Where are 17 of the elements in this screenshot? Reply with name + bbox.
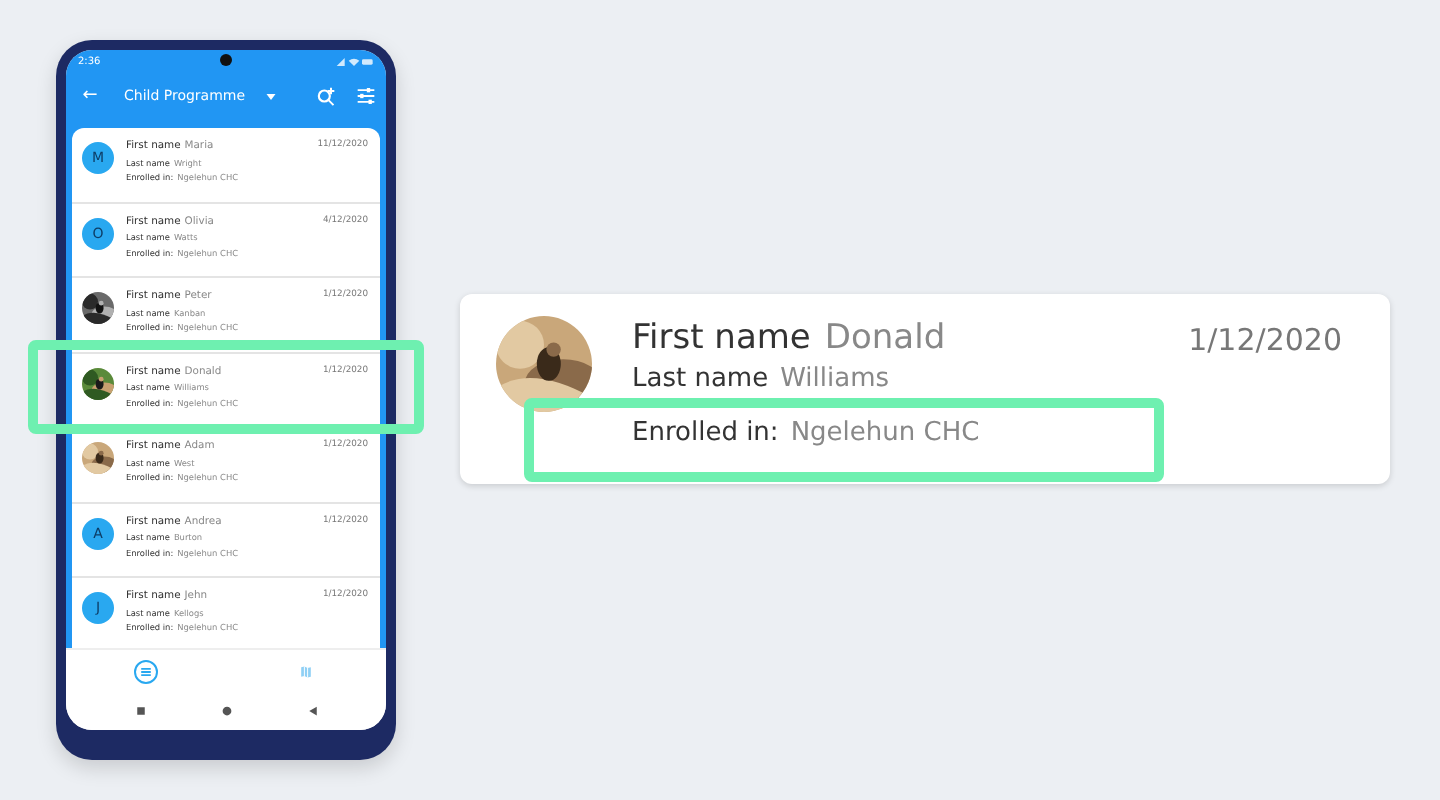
field-label: Last name	[632, 364, 769, 394]
field-label: Enrolled in:	[632, 418, 779, 448]
recents-icon[interactable]	[135, 706, 145, 716]
list-icon	[138, 663, 154, 680]
field-value: Williams	[780, 364, 890, 394]
field-value: Ngelehun CHC	[790, 418, 980, 448]
home-icon[interactable]	[221, 706, 231, 716]
status-icons	[334, 55, 374, 68]
map-icon	[298, 663, 314, 680]
filter-icon[interactable]	[356, 86, 376, 107]
list-view-tab[interactable]	[134, 659, 158, 684]
search-add-icon[interactable]	[316, 86, 336, 107]
enrollment-date: 1/12/2020	[1188, 322, 1342, 362]
field-label: First name	[632, 318, 811, 358]
caret-icon	[265, 93, 276, 100]
back-icon[interactable]	[307, 706, 317, 716]
field-value: Donald	[824, 318, 946, 358]
